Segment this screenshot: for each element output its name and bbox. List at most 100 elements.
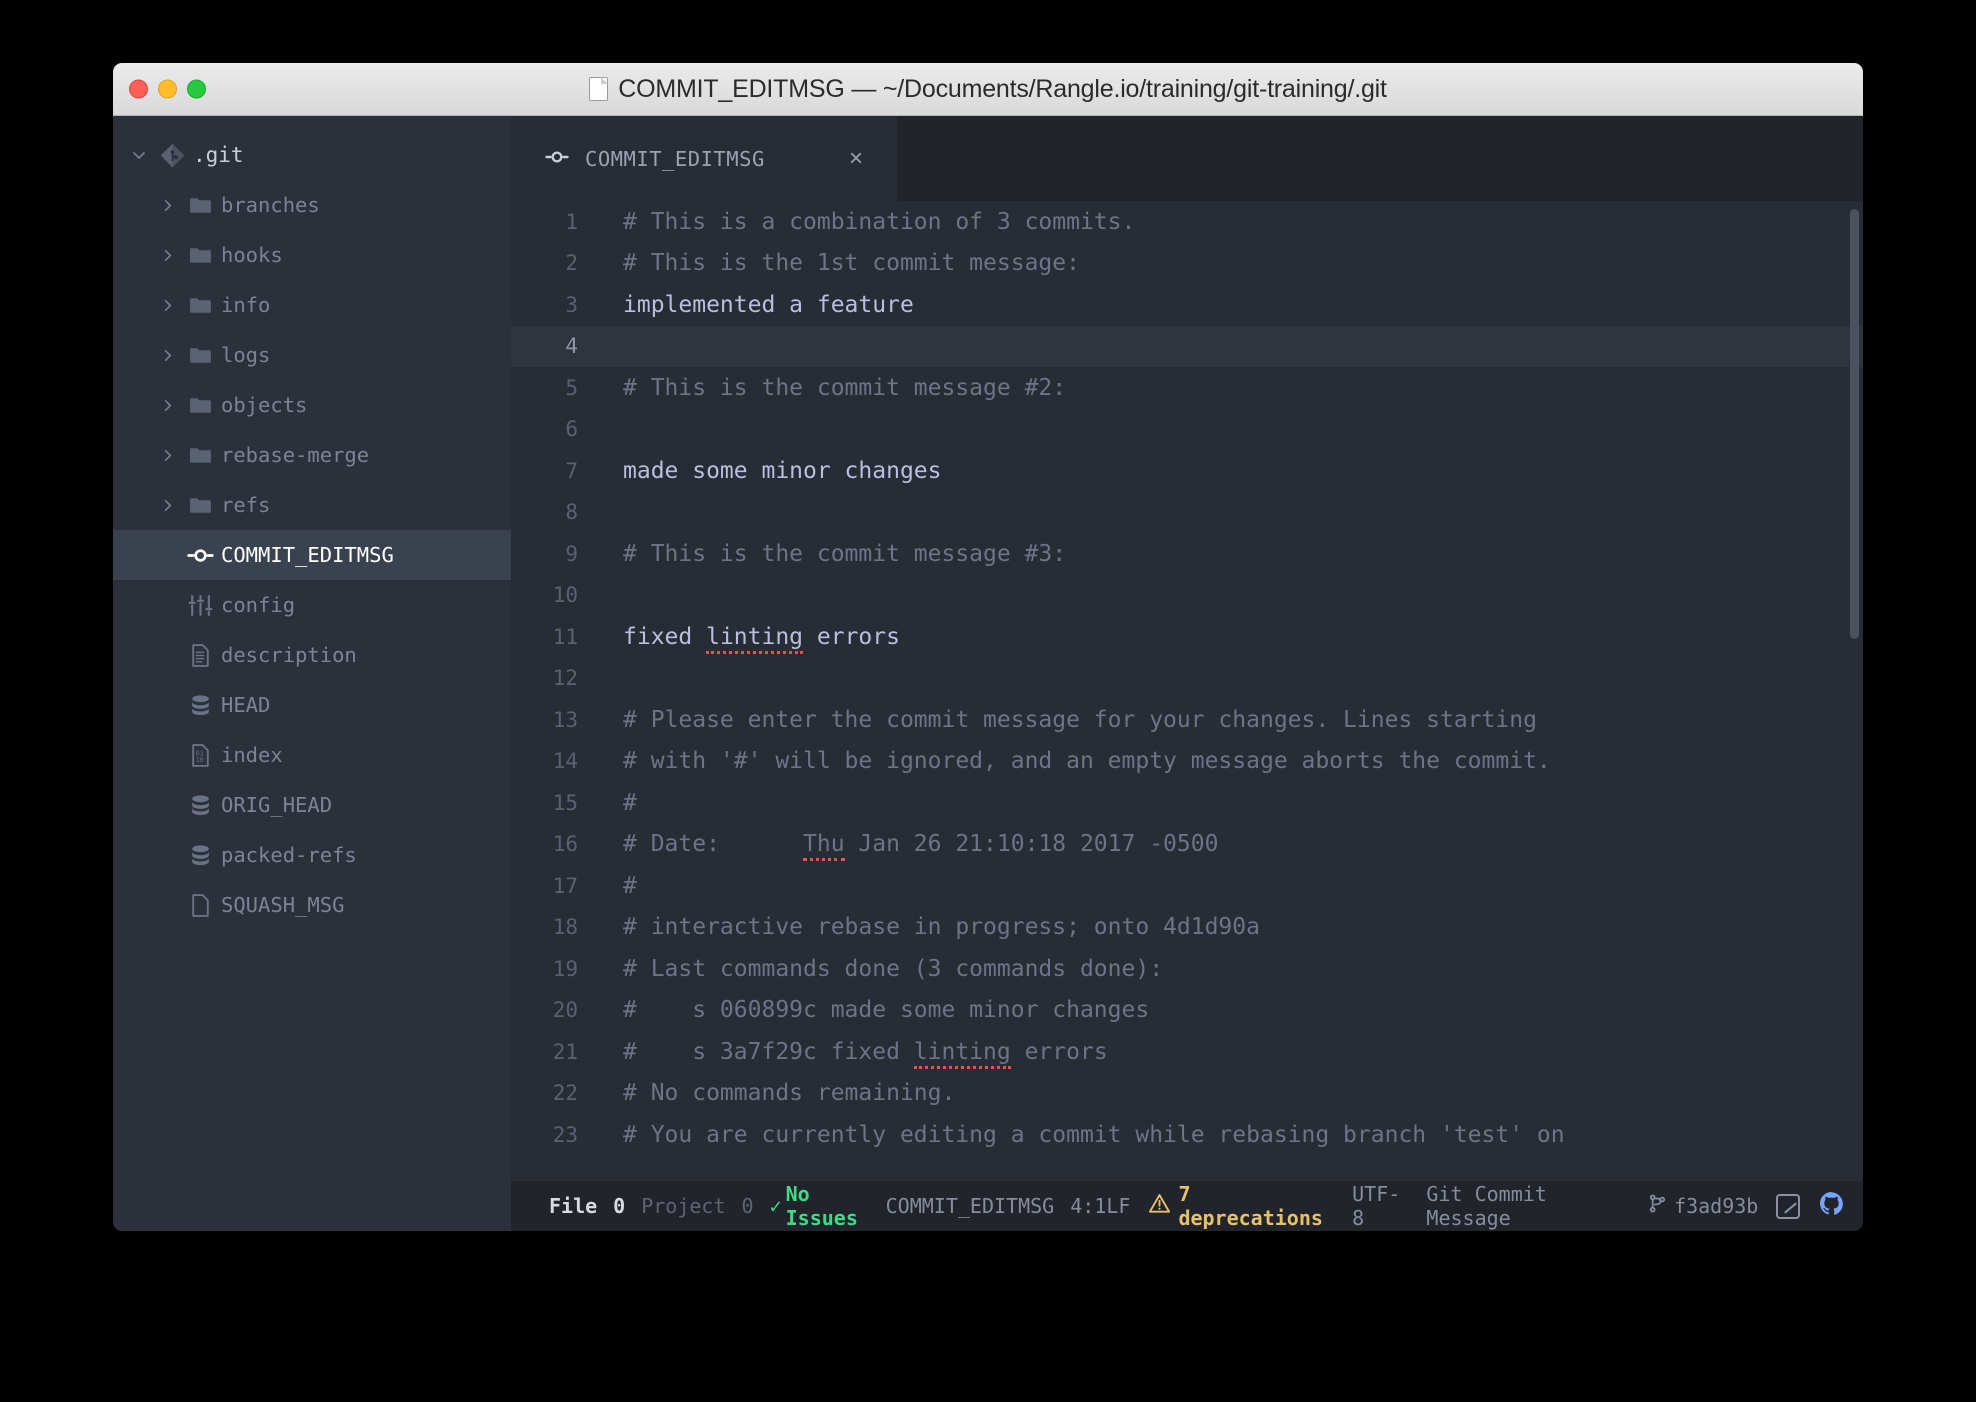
project-label[interactable]: Project [641,1194,725,1218]
edit-square-icon[interactable] [1776,1194,1800,1219]
sidebar-item-hooks[interactable]: hooks [113,230,511,280]
blank-file-icon [179,893,221,918]
sidebar-item-label: index [221,743,283,767]
code-line[interactable]: 8 [511,492,1863,534]
close-window-button[interactable] [129,80,148,99]
database-icon [179,793,221,818]
code-line[interactable]: 5 # This is the commit message #2: [511,367,1863,409]
grammar-selector[interactable]: Git Commit Message [1426,1182,1629,1230]
chevron-down-icon[interactable] [127,147,151,163]
git-branch-status[interactable]: f3ad93b [1647,1193,1758,1219]
line-number: 16 [511,832,600,856]
line-text-post: Jan 26 21:10:18 2017 -0500 [845,831,1219,857]
code-line[interactable]: 6 [511,409,1863,451]
status-right-group: LF 7 deprecations UTF-8 Git Commit Messa… [1106,1182,1845,1230]
no-issues-status[interactable]: ✓No Issues [770,1182,870,1230]
sidebar-item-rebase-merge[interactable]: rebase-merge [113,430,511,480]
sidebar-item-branches[interactable]: branches [113,180,511,230]
vertical-scrollbar[interactable] [1850,209,1859,639]
code-line[interactable]: 16 # Date: Thu Jan 26 21:10:18 2017 -050… [511,824,1863,866]
sidebar-item-refs[interactable]: refs [113,480,511,530]
sidebar-item-label: SQUASH_MSG [221,893,344,917]
code-line[interactable]: 1 # This is a combination of 3 commits. [511,201,1863,243]
code-line[interactable]: 12 [511,658,1863,700]
line-number: 23 [511,1123,600,1147]
code-line[interactable]: 23 # You are currently editing a commit … [511,1114,1863,1156]
chevron-right-icon[interactable] [155,248,179,263]
folder-icon [179,493,221,518]
line-text: # Last commands done (3 commands done): [600,956,1163,982]
deprecations-status[interactable]: 7 deprecations [1148,1182,1334,1230]
line-number: 13 [511,708,600,732]
code-line[interactable]: 15 # [511,782,1863,824]
github-octocat-icon[interactable] [1818,1190,1845,1222]
line-ending-selector[interactable]: LF [1106,1194,1130,1218]
code-line[interactable]: 7 made some minor changes [511,450,1863,492]
issues-label: No Issues [786,1182,870,1230]
line-text-post: errors [1011,1039,1108,1065]
code-line[interactable]: 14 # with '#' will be ignored, and an em… [511,741,1863,783]
sidebar-item-config[interactable]: config [113,580,511,630]
code-line[interactable]: 17 # [511,865,1863,907]
sidebar-item-info[interactable]: info [113,280,511,330]
code-editor[interactable]: 1 # This is a combination of 3 commits. … [511,201,1863,1181]
chevron-right-icon[interactable] [155,498,179,513]
line-number: 14 [511,749,600,773]
code-line[interactable]: 21 # s 3a7f29c fixed linting errors [511,1031,1863,1073]
sidebar-item-description[interactable]: description [113,630,511,680]
chevron-right-icon[interactable] [155,198,179,213]
chevron-right-icon[interactable] [155,448,179,463]
code-line-active[interactable]: 4 [511,326,1863,368]
sidebar-item-logs[interactable]: logs [113,330,511,380]
tab-bar: COMMIT_EDITMSG × [511,116,1863,201]
sidebar-item-git-root[interactable]: .git [113,130,511,180]
sidebar-item-head[interactable]: HEAD [113,680,511,730]
sidebar-item-index[interactable]: 01 10 index [113,730,511,780]
line-number: 22 [511,1081,600,1105]
code-line[interactable]: 9 # This is the commit message #3: [511,533,1863,575]
line-text: # [600,790,637,816]
line-text: # This is the 1st commit message: [600,250,1080,276]
line-text-pre: # s 3a7f29c fixed [623,1039,914,1065]
warning-triangle-icon [1148,1192,1171,1220]
code-line[interactable]: 11 fixed linting errors [511,616,1863,658]
code-line[interactable]: 22 # No commands remaining. [511,1073,1863,1115]
line-number: 21 [511,1040,600,1064]
minimize-window-button[interactable] [158,80,177,99]
sidebar-item-objects[interactable]: objects [113,380,511,430]
chevron-right-icon[interactable] [155,398,179,413]
chevron-right-icon[interactable] [155,298,179,313]
code-line[interactable]: 18 # interactive rebase in progress; ont… [511,907,1863,949]
misspelled-word: linting [706,624,803,654]
line-text-pre: # Date: [623,831,803,857]
code-line[interactable]: 20 # s 060899c made some minor changes [511,990,1863,1032]
file-label[interactable]: File [549,1194,597,1218]
sidebar-item-squash-msg[interactable]: SQUASH_MSG [113,880,511,930]
encoding-selector[interactable]: UTF-8 [1352,1182,1408,1230]
git-logo-icon [151,142,193,169]
sidebar-item-packed-refs[interactable]: packed-refs [113,830,511,880]
chevron-right-icon[interactable] [155,348,179,363]
code-line[interactable]: 13 # Please enter the commit message for… [511,699,1863,741]
line-text: fixed linting errors [600,624,900,650]
code-line[interactable]: 3 implemented a feature [511,284,1863,326]
window-title-group: COMMIT_EDITMSG — ~/Documents/Rangle.io/t… [113,75,1863,104]
sidebar-item-label: description [221,643,357,667]
tab-commit-editmsg[interactable]: COMMIT_EDITMSG × [511,116,897,201]
code-line[interactable]: 10 [511,575,1863,617]
cursor-position[interactable]: 4:1 [1070,1194,1106,1218]
check-icon: ✓ [770,1194,782,1218]
folder-icon [179,243,221,268]
line-text: # Please enter the commit message for yo… [600,707,1537,733]
sidebar-item-commit-editmsg[interactable]: COMMIT_EDITMSG [113,530,511,580]
line-number: 9 [511,542,600,566]
code-line[interactable]: 2 # This is the 1st commit message: [511,243,1863,285]
sidebar-item-orig-head[interactable]: ORIG_HEAD [113,780,511,830]
window-title: COMMIT_EDITMSG — ~/Documents/Rangle.io/t… [618,75,1387,104]
close-icon[interactable]: × [849,147,863,171]
code-line[interactable]: 19 # Last commands done (3 commands done… [511,948,1863,990]
file-tree-sidebar[interactable]: .git branches [113,116,511,1231]
sidebar-item-label: branches [221,193,320,217]
zoom-window-button[interactable] [187,80,206,99]
line-number: 19 [511,957,600,981]
